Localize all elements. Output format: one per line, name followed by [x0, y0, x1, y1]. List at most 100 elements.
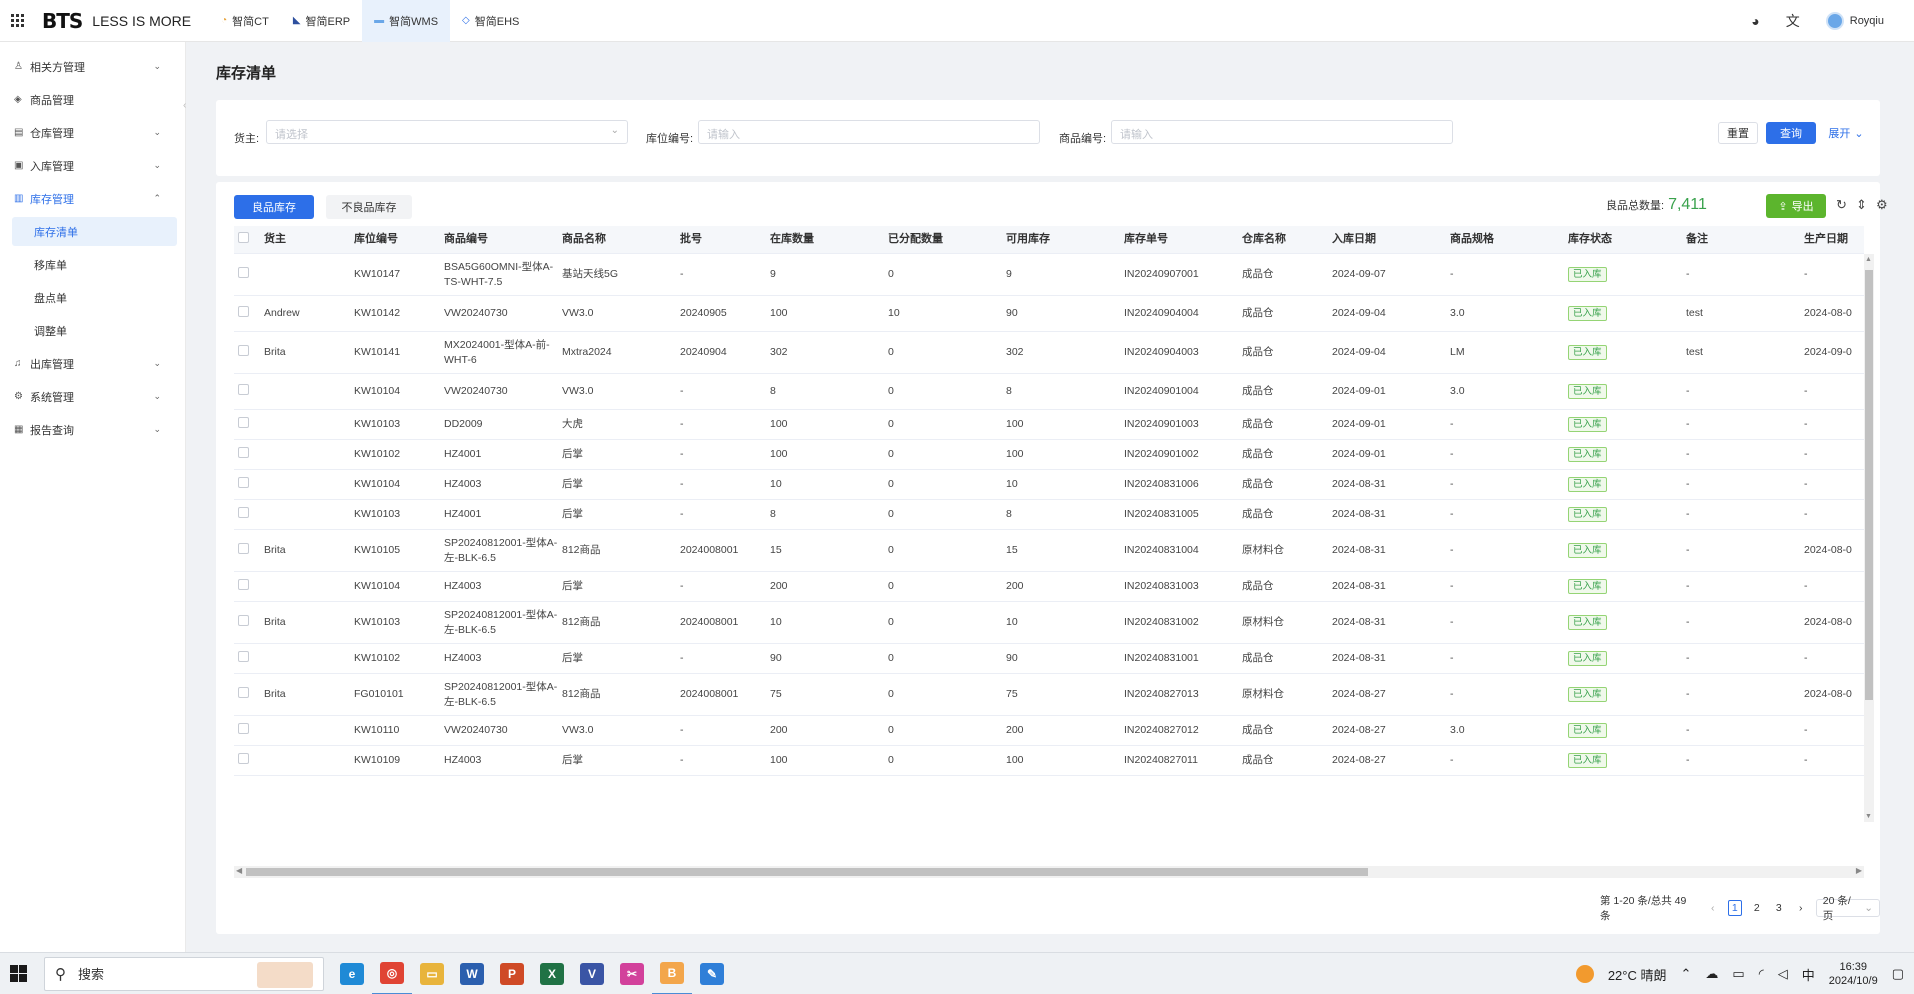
user-menu[interactable]: Royqiu [1825, 12, 1884, 30]
vertical-scrollbar[interactable]: ▲ ▼ [1864, 254, 1874, 822]
table-row[interactable]: KW10110 VW20240730 VW3.0 - 200 0 200 IN20240827… [234, 716, 1864, 746]
page-size-select[interactable]: 20 条/页 ⌄ [1815, 895, 1880, 922]
sidebar-item-outbound[interactable]: ♫ 出库管理 ⌄ [0, 347, 185, 380]
sidebar-item-warehouse[interactable]: ▤ 仓库管理 ⌄ [0, 116, 185, 149]
table-row[interactable]: KW10147 BSA5G60OMNI-型体A-TS-WHT-7.5 基站天线5G -… [234, 254, 1864, 296]
select-all-checkbox[interactable] [234, 231, 260, 248]
sidebar-item-system[interactable]: ⚙ 系统管理 ⌄ [0, 380, 185, 413]
owner-select[interactable]: 请选择 ⌄ [266, 120, 628, 144]
sidebar-subitem-stocktake[interactable]: 盘点单 [0, 281, 185, 314]
app-tab-wms[interactable]: ▬ 智简WMS [362, 0, 451, 42]
tab-good-inventory[interactable]: 良品库存 [234, 195, 314, 219]
visio-icon[interactable]: V [572, 953, 612, 994]
prev-page-icon[interactable]: ‹ [1706, 900, 1720, 916]
weather-icon[interactable] [1575, 965, 1594, 983]
row-checkbox[interactable] [234, 383, 260, 400]
notification-icon[interactable]: ▢ [1892, 966, 1904, 982]
sidebar-item-inventory[interactable]: ▥ 库存管理 ⌃ [0, 182, 185, 215]
app-tab-ct[interactable]: ◔ 智简CT [209, 0, 281, 42]
battery-icon[interactable]: ▭ [1732, 966, 1744, 982]
wechat-icon[interactable]: ◕ [1751, 13, 1759, 29]
table-row[interactable]: KW10102 HZ4003 后掌 - 90 0 90 IN20240831001 成品仓 202… [234, 644, 1864, 674]
page-1[interactable]: 1 [1727, 900, 1742, 916]
speaker-icon[interactable]: ◁ [1778, 966, 1788, 982]
scroll-thumb[interactable] [1865, 270, 1873, 700]
table-row[interactable]: Brita FG010101 SP20240812001-型体A-左-BLK-6.5… [234, 674, 1864, 716]
location-input[interactable]: 请输入 [698, 120, 1040, 144]
table-row[interactable]: KW10104 HZ4003 后掌 - 10 0 10 IN20240831006 成品仓 202… [234, 470, 1864, 500]
row-checkbox[interactable] [234, 446, 260, 463]
table-row[interactable]: Brita KW10105 SP20240812001-型体A-左-BLK-6.5 8… [234, 530, 1864, 572]
ime-indicator[interactable]: 中 [1802, 965, 1815, 984]
sidebar-subitem-transfer[interactable]: 移库单 [0, 248, 185, 281]
horizontal-scrollbar[interactable]: ◀ ▶ [234, 866, 1864, 878]
tab-defective-inventory[interactable]: 不良品库存 [326, 195, 412, 219]
chrome-icon[interactable]: ◎ [372, 953, 412, 994]
file-explorer-icon[interactable]: ▭ [412, 953, 452, 994]
scroll-thumb[interactable] [246, 868, 1368, 876]
query-button[interactable]: 查询 [1766, 122, 1816, 144]
table-row[interactable]: KW10103 DD2009 大虎 - 100 0 100 IN20240901003 成品仓 2… [234, 410, 1864, 440]
table-row[interactable]: KW10103 HZ4001 后掌 - 8 0 8 IN20240831005 成品仓 2024-… [234, 500, 1864, 530]
page-2[interactable]: 2 [1750, 900, 1764, 916]
app-tab-erp[interactable]: ◣ 智简ERP [281, 0, 362, 42]
column-height-icon[interactable]: ⇕ [1856, 197, 1867, 213]
weather-text[interactable]: 22°C 晴朗 [1608, 965, 1667, 984]
translate-icon[interactable]: 文 [1786, 11, 1800, 31]
row-checkbox[interactable] [234, 476, 260, 493]
powerpoint-icon[interactable]: P [492, 953, 532, 994]
row-checkbox[interactable] [234, 266, 260, 283]
table-row[interactable]: KW10102 HZ4001 后掌 - 100 0 100 IN20240901002 成品仓 2… [234, 440, 1864, 470]
scroll-left-icon[interactable]: ◀ [236, 866, 242, 875]
row-checkbox[interactable] [234, 305, 260, 322]
taskbar-search[interactable]: ⚲ 搜索 [44, 956, 324, 991]
row-checkbox[interactable] [234, 542, 260, 559]
chevron-up-icon[interactable]: ⌃ [1681, 966, 1692, 982]
page-3[interactable]: 3 [1772, 900, 1786, 916]
settings-icon[interactable]: ⚙ [1876, 197, 1888, 213]
sidebar-item-related-party[interactable]: ♙ 相关方管理 ⌄ [0, 50, 185, 83]
sidebar-subitem-inventory-list[interactable]: 库存清单 [12, 217, 177, 246]
word-icon[interactable]: W [452, 953, 492, 994]
onedrive-icon[interactable]: ☁ [1705, 966, 1718, 982]
edge-icon[interactable]: e [332, 953, 372, 994]
snipping-icon[interactable]: ✂ [612, 953, 652, 994]
table-row[interactable]: Brita KW10141 MX2024001-型体A-前-WHT-6 Mxtra20… [234, 332, 1864, 374]
table-row[interactable]: Andrew KW10142 VW20240730 VW3.0 20240905 100 1… [234, 296, 1864, 332]
bts-app-icon[interactable]: B [652, 953, 692, 994]
refresh-icon[interactable]: ↻ [1836, 197, 1847, 213]
scroll-down-icon[interactable]: ▼ [1865, 813, 1872, 820]
excel-icon[interactable]: X [532, 953, 572, 994]
row-checkbox[interactable] [234, 506, 260, 523]
export-button[interactable]: ⇪ 导出 [1766, 194, 1826, 218]
row-checkbox[interactable] [234, 752, 260, 769]
app-tab-ehs[interactable]: ◇ 智简EHS [450, 0, 531, 42]
table-row[interactable]: KW10104 HZ4003 后掌 - 200 0 200 IN20240831003 成品仓 2… [234, 572, 1864, 602]
sidebar-item-products[interactable]: ◈ 商品管理 [0, 83, 185, 116]
wifi-icon[interactable]: ◜ [1759, 966, 1764, 982]
reset-button[interactable]: 重置 [1718, 122, 1758, 144]
table-row[interactable]: Brita KW10103 SP20240812001-型体A-左-BLK-6.5 8… [234, 602, 1864, 644]
sidebar-item-reports[interactable]: ▦ 报告查询 ⌄ [0, 413, 185, 446]
table-row[interactable]: KW10109 HZ4003 后掌 - 100 0 100 IN20240827011 成品仓 2… [234, 746, 1864, 776]
windows-start-icon[interactable] [0, 965, 36, 982]
clock[interactable]: 16:39 2024/10/9 [1829, 960, 1878, 988]
row-checkbox[interactable] [234, 578, 260, 595]
sidebar-subitem-adjustment[interactable]: 调整单 [0, 314, 185, 347]
product-input[interactable]: 请输入 [1111, 120, 1453, 144]
scroll-up-icon[interactable]: ▲ [1865, 256, 1872, 263]
table-row[interactable]: KW10104 VW20240730 VW3.0 - 8 0 8 IN20240901004 成… [234, 374, 1864, 410]
row-checkbox[interactable] [234, 344, 260, 361]
row-checkbox[interactable] [234, 686, 260, 703]
next-page-icon[interactable]: › [1794, 900, 1808, 916]
row-checkbox[interactable] [234, 722, 260, 739]
row-checkbox[interactable] [234, 614, 260, 631]
sidebar-item-inbound[interactable]: ▣ 入库管理 ⌄ [0, 149, 185, 182]
table-cell: 已入库 [1564, 507, 1682, 522]
row-checkbox[interactable] [234, 416, 260, 433]
row-checkbox[interactable] [234, 650, 260, 667]
apps-grid-icon[interactable] [0, 14, 34, 27]
expand-button[interactable]: 展开 ⌄ [1824, 122, 1868, 144]
scroll-right-icon[interactable]: ▶ [1856, 866, 1862, 875]
paint-icon[interactable]: ✎ [692, 953, 732, 994]
